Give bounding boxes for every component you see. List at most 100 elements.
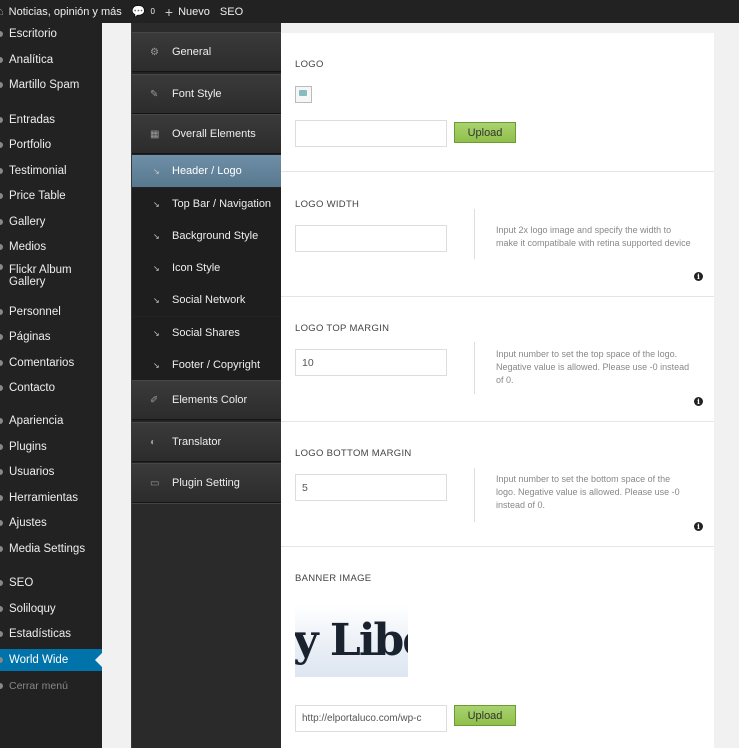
menu-item-media-settings[interactable]: Media Settings: [0, 538, 102, 560]
menu-icon: [0, 495, 3, 501]
menu-item-seo[interactable]: SEO: [0, 572, 102, 594]
menu-item-paginas[interactable]: Páginas: [0, 326, 102, 348]
menu-item-contacto[interactable]: Contacto: [0, 377, 102, 399]
menu-item-label: SEO: [9, 577, 34, 589]
nav-font-style[interactable]: ✎ Font Style: [132, 74, 281, 114]
info-icon[interactable]: i: [694, 272, 703, 281]
menu-item-usuarios[interactable]: Usuarios: [0, 461, 102, 483]
content-top-gap: [281, 23, 714, 33]
nav-elements-color[interactable]: ✐ Elements Color: [132, 380, 281, 420]
logo-title: LOGO: [295, 59, 324, 70]
nav-font-style-label: Font Style: [172, 88, 222, 100]
translate-icon: ◐: [150, 436, 157, 448]
banner-url-input[interactable]: http://elportaluco.com/wp-c: [295, 705, 447, 732]
menu-icon: [0, 385, 3, 391]
menu-icon: [0, 142, 3, 148]
site-name-link[interactable]: ⌂ Noticias, opinión y más: [0, 0, 127, 23]
menu-item-martillo-spam[interactable]: Martillo Spam: [0, 74, 102, 96]
menu-item-label: Price Table: [9, 190, 66, 202]
grid-icon: ▦: [150, 128, 160, 140]
menu-item-apariencia[interactable]: Apariencia: [0, 410, 102, 432]
logo-top-margin-title: LOGO TOP MARGIN: [295, 323, 390, 334]
arrow-icon: ↘: [153, 328, 160, 338]
options-content: LOGO Upload LOGO WIDTH Input 2x logo ima…: [281, 23, 714, 748]
logo-bottom-margin-title: LOGO BOTTOM MARGIN: [295, 448, 412, 459]
menu-item-ajustes[interactable]: Ajustes: [0, 512, 102, 534]
menu-icon: [0, 418, 3, 424]
menu-item-soliloquy[interactable]: Soliloquy: [0, 598, 102, 620]
menu-item-testimonial[interactable]: Testimonial: [0, 160, 102, 182]
menu-item-analitica[interactable]: Analítica: [0, 49, 102, 71]
menu-item-herramientas[interactable]: Herramientas: [0, 487, 102, 509]
menu-item-estadisticas[interactable]: Estadísticas: [0, 623, 102, 645]
seo-label: SEO: [219, 5, 244, 18]
menu-icon: [0, 57, 3, 63]
nav-sub-label: Top Bar / Navigation: [172, 198, 272, 210]
seo-link[interactable]: SEO: [215, 0, 248, 23]
nav-sub-label: Icon Style: [172, 262, 221, 274]
logo-bottom-margin-section: LOGO BOTTOM MARGIN 5 Input number to set…: [281, 422, 714, 547]
menu-icon: [0, 683, 3, 689]
menu-item-comentarios[interactable]: Comentarios: [0, 352, 102, 374]
menu-item-portfolio[interactable]: Portfolio: [0, 134, 102, 156]
nav-sub-icon-style[interactable]: ↘ Icon Style: [132, 252, 281, 284]
nav-overall-elements[interactable]: ▦ Overall Elements: [132, 114, 281, 154]
banner-upload-button[interactable]: Upload: [454, 705, 516, 726]
menu-item-entradas[interactable]: Entradas: [0, 109, 102, 131]
logo-url-input[interactable]: [295, 120, 447, 147]
menu-item-label: Martillo Spam: [9, 79, 80, 91]
menu-item-label: World Wide: [9, 654, 69, 666]
menu-item-gallery[interactable]: Gallery: [0, 211, 102, 233]
comment-icon: 💬: [131, 6, 146, 18]
menu-item-label: Plugins: [9, 441, 47, 453]
nav-sub-top-bar-navigation[interactable]: ↘ Top Bar / Navigation: [132, 188, 281, 220]
menu-item-flickr-album-gallery[interactable]: Flickr Album Gallery: [0, 262, 102, 292]
nav-translator-label: Translator: [172, 436, 222, 448]
menu-icon: [0, 546, 3, 552]
menu-item-label: Entradas: [9, 114, 56, 126]
logo-top-margin-description: Input number to set the top space of the…: [496, 349, 690, 385]
menu-icon: [0, 631, 3, 637]
nav-sub-social-shares[interactable]: ↘ Social Shares: [132, 317, 281, 349]
menu-item-label: Gallery: [9, 216, 46, 228]
nav-sub-social-network[interactable]: ↘ Social Network: [132, 284, 281, 316]
info-icon[interactable]: i: [694, 522, 703, 531]
arrow-icon: ↘: [153, 231, 160, 241]
logo-top-margin-input[interactable]: 10: [295, 349, 447, 376]
logo-width-input[interactable]: [295, 225, 447, 252]
logo-upload-button[interactable]: Upload: [454, 122, 516, 143]
arrow-icon: ↘: [153, 199, 160, 209]
nav-overall-elements-label: Overall Elements: [172, 128, 256, 140]
logo-bottom-margin-input[interactable]: 5: [295, 474, 447, 501]
pencil-icon: ✎: [150, 88, 159, 100]
nav-plugin-setting[interactable]: ▭ Plugin Setting: [132, 463, 281, 503]
menu-item-world-wide[interactable]: World Wide: [0, 649, 102, 671]
plus-icon: +: [164, 3, 174, 20]
menu-item-label: Herramientas: [9, 492, 79, 504]
comments-link[interactable]: 💬 0: [127, 0, 160, 23]
nav-sub-label: Background Style: [172, 230, 259, 242]
brush-icon: ✐: [150, 394, 159, 406]
menu-item-medios[interactable]: Medios: [0, 236, 102, 258]
nav-general[interactable]: ⚙ General: [132, 32, 281, 72]
info-icon[interactable]: i: [694, 397, 703, 406]
menu-item-label: Medios: [9, 241, 47, 253]
gear-icon: ⚙: [150, 46, 159, 58]
nav-translator[interactable]: ◐ Translator: [132, 422, 281, 462]
menu-icon: [0, 360, 3, 366]
menu-item-label: Estadísticas: [9, 628, 71, 640]
logo-width-section: LOGO WIDTH Input 2x logo image and speci…: [281, 172, 714, 297]
nav-sub-footer-copyright[interactable]: ↘ Footer / Copyright: [132, 349, 281, 381]
menu-item-price-table[interactable]: Price Table: [0, 185, 102, 207]
menu-item-cerrar-menu[interactable]: Cerrar menú: [0, 675, 102, 697]
menu-icon: [0, 657, 3, 663]
menu-icon: [0, 606, 3, 612]
nav-sub-header-logo[interactable]: ↘ Header / Logo: [132, 155, 281, 187]
menu-item-escritorio[interactable]: Escritorio: [0, 23, 102, 45]
menu-item-plugins[interactable]: Plugins: [0, 436, 102, 458]
new-content-link[interactable]: + Nuevo: [160, 0, 215, 23]
logo-section: LOGO Upload: [281, 33, 714, 172]
nav-sub-background-style[interactable]: ↘ Background Style: [132, 220, 281, 252]
menu-item-label: Testimonial: [9, 165, 67, 177]
menu-item-personnel[interactable]: Personnel: [0, 301, 102, 323]
